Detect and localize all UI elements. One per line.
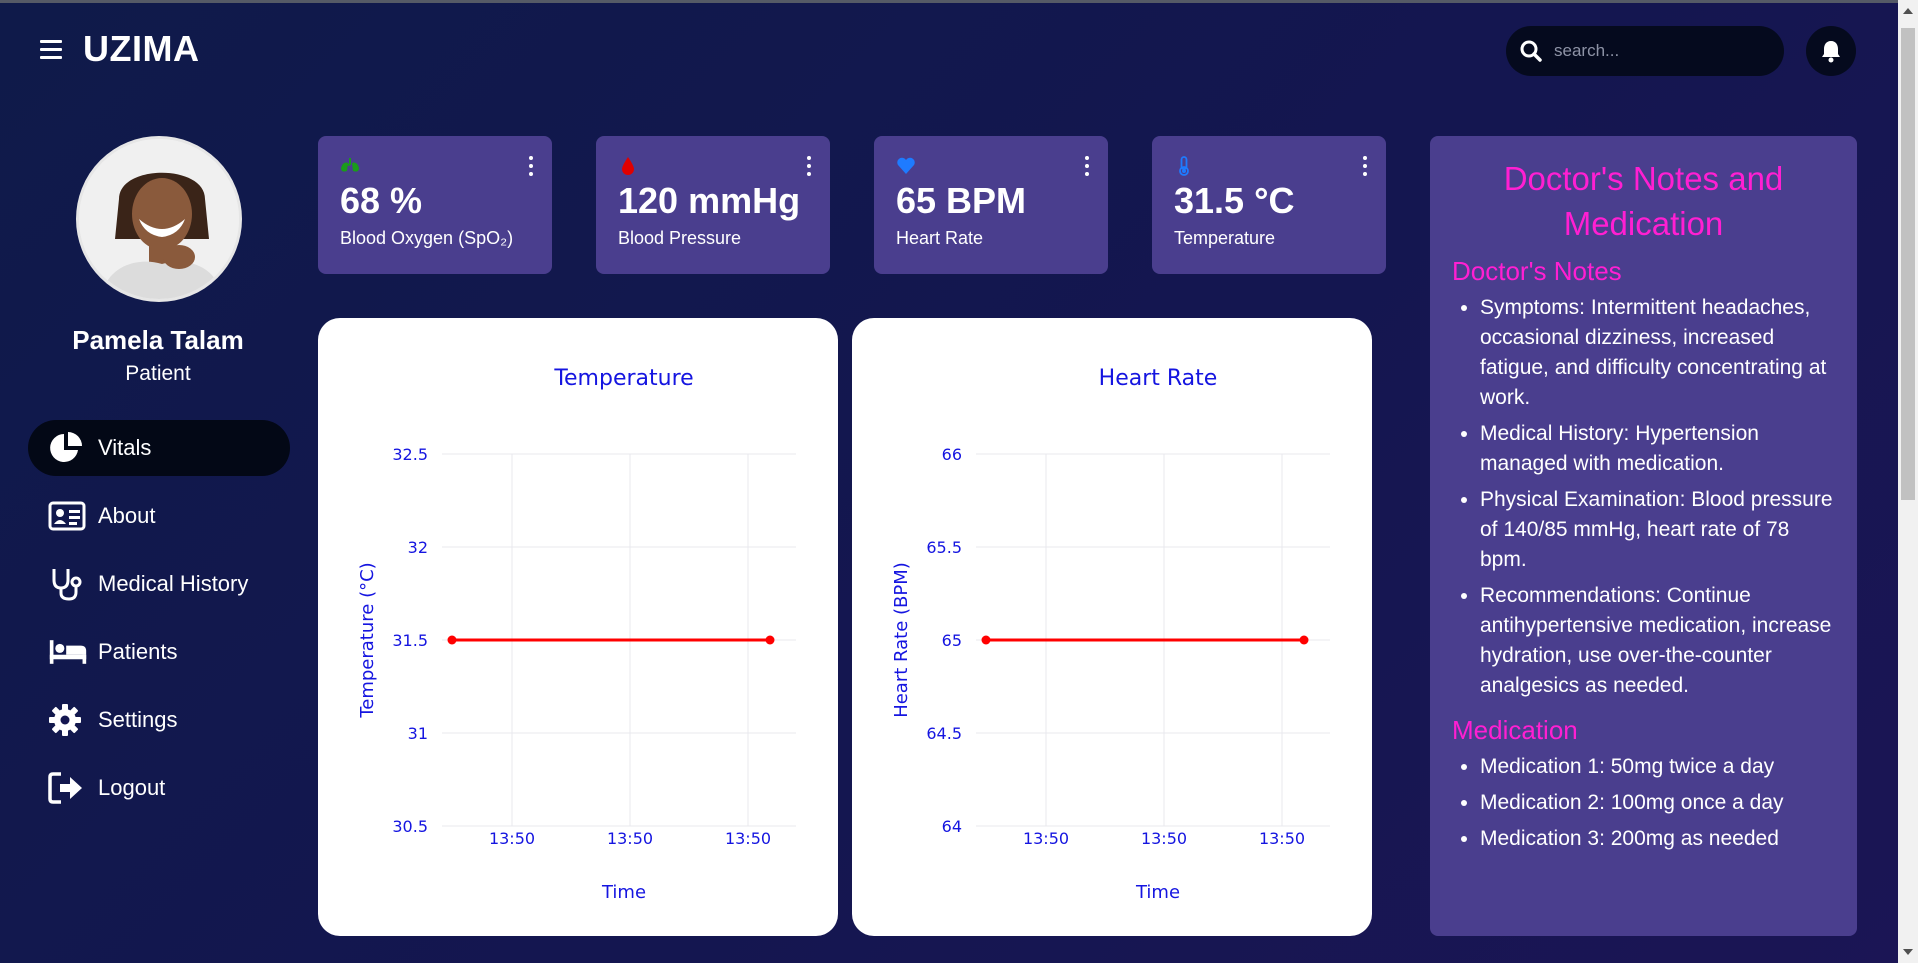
- y-tick-label: 32.5: [392, 445, 428, 464]
- sidebar-item-label: Patients: [98, 639, 178, 664]
- search-input[interactable]: [1554, 41, 1754, 61]
- sidebar-item-vitals[interactable]: Vitals: [28, 420, 290, 476]
- y-axis-label: Heart Rate (BPM): [891, 562, 912, 718]
- stat-label: Blood Pressure: [618, 228, 742, 248]
- user-name: Pamela Talam: [72, 325, 244, 355]
- gear-icon: [48, 702, 88, 738]
- y-tick-label: 66: [942, 445, 962, 464]
- id-card-icon: [48, 498, 88, 534]
- y-tick-label: 32: [408, 538, 428, 557]
- sidebar-item-patients[interactable]: Patients: [28, 624, 290, 680]
- search-box[interactable]: [1506, 26, 1784, 76]
- y-axis-label: Temperature (°C): [357, 562, 378, 718]
- y-tick-label: 31: [408, 724, 428, 743]
- stat-card-blood-oxygen: 68 % Blood Oxygen (SpO₂): [318, 136, 552, 274]
- chart-title: Heart Rate: [1099, 366, 1218, 391]
- stat-card-temperature: 31.5 °C Temperature: [1152, 136, 1386, 274]
- y-tick-label: 64: [942, 817, 962, 836]
- notifications-button[interactable]: [1806, 26, 1856, 76]
- scrollbar-thumb[interactable]: [1901, 28, 1915, 500]
- sidebar-item-label: About: [98, 503, 156, 528]
- stat-label: Heart Rate: [896, 228, 984, 248]
- x-axis-label: Time: [601, 882, 646, 903]
- card-menu-icon[interactable]: [1084, 156, 1090, 176]
- bell-icon: [1822, 41, 1840, 63]
- heart-icon: [897, 157, 915, 174]
- stat-card-blood-pressure: 120 mmHg Blood Pressure: [596, 136, 830, 274]
- medication-list: Medication 1: 50mg twice a day Medicatio…: [1452, 752, 1835, 854]
- header: UZIMA: [0, 0, 1918, 100]
- list-item: Medication 2: 100mg once a day: [1480, 788, 1835, 818]
- x-axis-label: Time: [1135, 882, 1180, 903]
- sidebar-nav: Vitals About Medical History Patients Se…: [28, 420, 290, 828]
- stat-value: 120 mmHg: [618, 180, 801, 221]
- bed-icon: [48, 634, 88, 670]
- stat-label: Temperature: [1174, 228, 1276, 248]
- scroll-up-arrow-icon[interactable]: [1903, 8, 1913, 14]
- list-item: Recommendations: Continue antihypertensi…: [1480, 581, 1835, 701]
- stat-value: 65 BPM: [896, 180, 1027, 221]
- pie-chart-icon: [48, 430, 88, 466]
- sidebar-item-about[interactable]: About: [28, 488, 290, 544]
- y-tick-label: 65.5: [926, 538, 962, 557]
- avatar: [76, 136, 242, 302]
- hamburger-menu-icon[interactable]: [40, 40, 64, 62]
- card-menu-icon[interactable]: [806, 156, 812, 176]
- list-item: Medication 3: 200mg as needed: [1480, 824, 1835, 854]
- app-title: UZIMA: [83, 28, 200, 69]
- x-tick-label: 13:50: [1023, 829, 1069, 848]
- stat-card-heart-rate: 65 BPM Heart Rate: [874, 136, 1108, 274]
- x-tick-label: 13:50: [489, 829, 535, 848]
- data-point: [447, 635, 457, 645]
- x-tick-label: 13:50: [1259, 829, 1305, 848]
- card-menu-icon[interactable]: [528, 156, 534, 176]
- blood-drop-icon: [622, 157, 634, 175]
- sidebar-item-logout[interactable]: Logout: [28, 760, 290, 816]
- temperature-chart-panel: Temperature 32.5 32 31.5 31 30.5 13:50 13:50 13:…: [318, 318, 838, 936]
- stat-value: 31.5 °C: [1174, 180, 1295, 221]
- stat-label: Blood Oxygen (SpO₂): [340, 228, 514, 248]
- search-icon: [1520, 40, 1542, 62]
- x-tick-label: 13:50: [1141, 829, 1187, 848]
- page-scrollbar[interactable]: [1898, 0, 1918, 963]
- thermometer-icon: [1179, 156, 1189, 176]
- heart-rate-chart-panel: Heart Rate 66 65.5 65 64.5 64 13:50 13:50 13:50 T…: [852, 318, 1372, 936]
- chart-title: Temperature: [553, 366, 693, 391]
- scroll-down-arrow-icon[interactable]: [1903, 949, 1913, 955]
- sidebar-item-settings[interactable]: Settings: [28, 692, 290, 748]
- sidebar-item-label: Settings: [98, 707, 178, 732]
- user-role: Patient: [125, 362, 191, 385]
- y-tick-label: 64.5: [926, 724, 962, 743]
- y-tick-label: 65: [942, 631, 962, 650]
- sidebar-item-label: Medical History: [98, 571, 249, 596]
- patient-photo: [79, 139, 239, 299]
- logout-icon: [48, 770, 88, 806]
- heart-rate-chart: Heart Rate 66 65.5 65 64.5 64 13:50 13:50 13:50 T…: [891, 366, 1330, 903]
- sidebar-item-medical-history[interactable]: Medical History: [28, 556, 290, 612]
- sidebar-item-label: Logout: [98, 775, 166, 800]
- list-item: Symptoms: Intermittent headaches, occasi…: [1480, 293, 1835, 413]
- x-tick-label: 13:50: [725, 829, 771, 848]
- y-tick-label: 30.5: [392, 817, 428, 836]
- list-item: Medication 1: 50mg twice a day: [1480, 752, 1835, 782]
- list-item: Medical History: Hypertension managed wi…: [1480, 419, 1835, 479]
- data-point: [1299, 635, 1309, 645]
- sidebar-item-label: Vitals: [98, 435, 152, 460]
- temperature-chart: Temperature 32.5 32 31.5 31 30.5 13:50 13:50 13:…: [357, 366, 796, 903]
- doctor-notes-heading: Doctor's Notes: [1452, 256, 1622, 286]
- doctor-notes-panel: Doctor's Notes and Medication Doctor's N…: [1430, 136, 1857, 936]
- medication-heading: Medication: [1452, 715, 1578, 745]
- data-point: [765, 635, 775, 645]
- stethoscope-icon: [48, 566, 88, 602]
- y-tick-label: 31.5: [392, 631, 428, 650]
- lungs-icon: [341, 158, 359, 172]
- doctor-notes-list: Symptoms: Intermittent headaches, occasi…: [1452, 293, 1835, 701]
- card-menu-icon[interactable]: [1362, 156, 1368, 176]
- data-point: [981, 635, 991, 645]
- stat-value: 68 %: [340, 180, 423, 221]
- x-tick-label: 13:50: [607, 829, 653, 848]
- notes-title: Doctor's Notes and Medication: [1503, 160, 1784, 242]
- list-item: Physical Examination: Blood pressure of …: [1480, 485, 1835, 575]
